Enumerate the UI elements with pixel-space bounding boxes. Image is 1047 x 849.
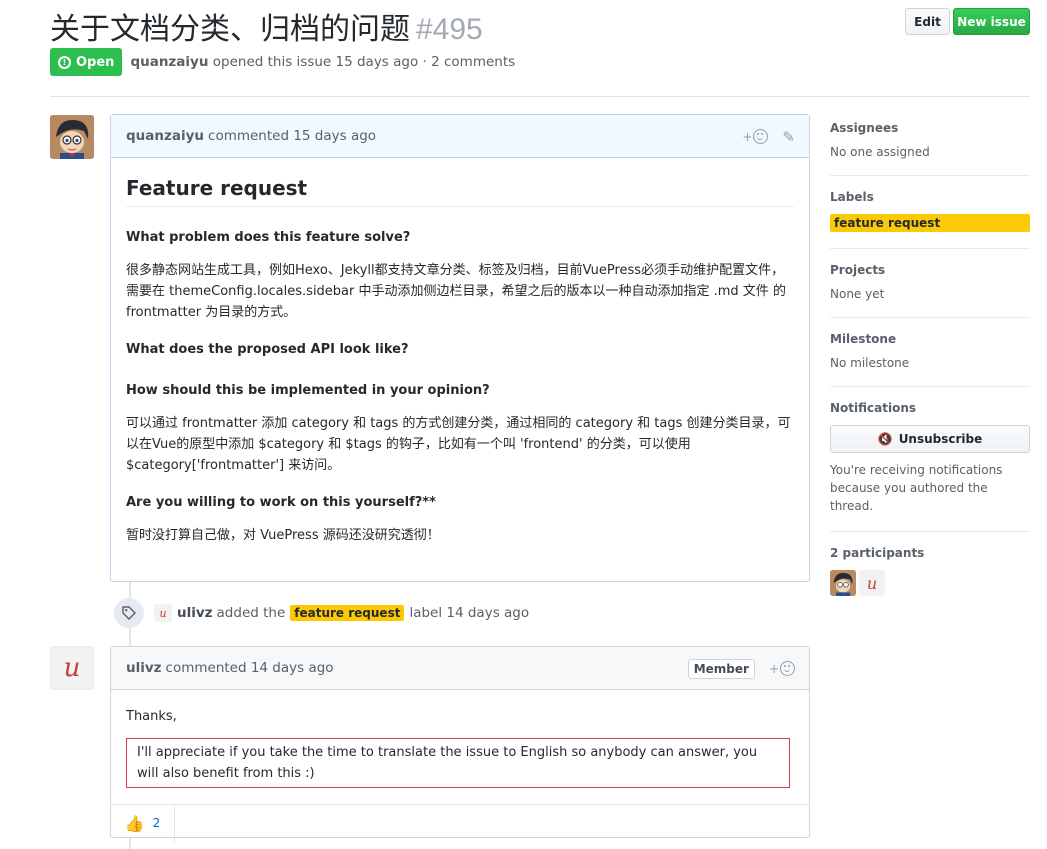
pencil-icon[interactable]: ✎	[782, 128, 795, 146]
notifications-section: Notifications 🔇 Unsubscribe You're recei…	[830, 401, 1030, 532]
avatar[interactable]: u	[859, 570, 885, 596]
status-label: Open	[76, 54, 115, 70]
projects-value: None yet	[830, 287, 885, 301]
edit-button[interactable]: Edit	[905, 8, 950, 35]
conan-avatar-icon	[830, 570, 856, 596]
participants-section: 2 participants u	[830, 546, 1030, 596]
assignees-section: Assignees No one assigned	[830, 121, 1030, 176]
labels-section: Labels feature request	[830, 190, 1030, 249]
status-badge: ! Open	[50, 48, 123, 76]
title-row: 关于文档分类、归档的问题 #495	[50, 4, 483, 48]
question-heading: What problem does this feature solve?	[126, 230, 411, 245]
issue-number: #495	[416, 13, 483, 46]
projects-title[interactable]: Projects	[830, 263, 1030, 277]
label-event: u ulivz added the feature request label …	[114, 598, 529, 628]
event-action: added the	[216, 605, 286, 621]
participants-title: 2 participants	[830, 546, 925, 560]
paragraph: Thanks,	[126, 709, 177, 724]
reaction-count: 2	[152, 816, 161, 830]
reactions-bar: 👍 2	[111, 804, 809, 842]
notifications-note: You're receiving notifications because y…	[830, 463, 1003, 513]
timeline-line	[129, 838, 131, 849]
milestone-title[interactable]: Milestone	[830, 332, 1030, 346]
thumbs-up-icon: 👍	[124, 813, 145, 833]
labels-title[interactable]: Labels	[830, 190, 1030, 204]
tag-glyph	[122, 606, 136, 620]
add-reaction-button[interactable]: +	[769, 661, 795, 676]
conan-avatar-icon	[50, 115, 94, 159]
comment-author[interactable]: quanzaiyu	[126, 128, 204, 144]
issue-header: 关于文档分类、归档的问题 #495 Edit New issue ! Open q…	[50, 0, 1030, 97]
unsubscribe-label: Unsubscribe	[898, 432, 983, 446]
comment-actions: + ✎	[742, 115, 795, 158]
unsubscribe-button[interactable]: 🔇 Unsubscribe	[830, 425, 1030, 453]
issue-opened-icon: !	[58, 55, 71, 69]
projects-section: Projects None yet	[830, 263, 1030, 318]
paragraph: 很多静态网站生成工具，例如Hexo、Jekyll都支持文章分类、标签及归档，目前…	[126, 263, 786, 320]
avatar[interactable]	[830, 570, 856, 596]
comment-body: Feature request What problem does this f…	[111, 158, 809, 546]
mute-icon: 🔇	[877, 432, 893, 446]
milestone-section: Milestone No milestone	[830, 332, 1030, 387]
issue-state-row: ! Open quanzaiyu opened this issue 15 da…	[50, 48, 515, 76]
issue-sidebar: Assignees No one assigned Labels feature…	[830, 115, 1030, 596]
issue-meta-text: opened this issue 15 days ago · 2 commen…	[212, 54, 516, 70]
avatar[interactable]: u	[154, 604, 172, 622]
milestone-value: No milestone	[830, 356, 910, 370]
label-badge[interactable]: feature request	[830, 214, 1030, 232]
member-badge: Member	[687, 658, 755, 679]
comment-time[interactable]: commented 15 days ago	[208, 128, 376, 144]
smiley-icon	[753, 129, 769, 144]
avatar[interactable]	[50, 115, 94, 159]
question-heading: Are you willing to work on this yourself…	[126, 495, 436, 510]
assignees-value: No one assigned	[830, 145, 930, 159]
new-issue-button[interactable]: New issue	[953, 8, 1030, 35]
add-reaction-button[interactable]: +	[742, 129, 769, 144]
issue-author-link[interactable]: quanzaiyu	[130, 54, 208, 70]
participants-list: u	[830, 570, 1030, 596]
comment-author[interactable]: ulivz	[126, 660, 162, 676]
assignees-title[interactable]: Assignees	[830, 121, 1030, 135]
smiley-icon	[780, 661, 795, 676]
highlighted-paragraph: I'll appreciate if you take the time to …	[126, 738, 790, 788]
comment-heading: Feature request	[126, 158, 794, 207]
thumbs-up-reaction[interactable]: 👍 2	[111, 804, 175, 842]
comment-header: quanzaiyu commented 15 days ago + ✎	[111, 115, 809, 158]
comment-body: Thanks, I'll appreciate if you take the …	[111, 690, 809, 788]
notifications-title: Notifications	[830, 401, 917, 415]
issue-meta: quanzaiyu opened this issue 15 days ago …	[130, 54, 515, 70]
comment: ulivz commented 14 days ago Member + Tha…	[110, 646, 810, 842]
paragraph: 可以通过 frontmatter 添加 category 和 tags 的方式创…	[126, 416, 791, 473]
event-suffix: label 14 days ago	[409, 605, 530, 621]
issue-title: 关于文档分类、归档的问题	[50, 12, 410, 47]
issue-body-comment: quanzaiyu commented 15 days ago + ✎ Feat…	[110, 114, 810, 582]
comment-header: ulivz commented 14 days ago Member +	[111, 647, 809, 690]
event-actor[interactable]: ulivz	[177, 605, 213, 621]
tag-icon	[114, 598, 144, 628]
comment-actions: Member +	[687, 647, 795, 690]
label-badge[interactable]: feature request	[290, 605, 405, 621]
comment-time[interactable]: commented 14 days ago	[166, 660, 334, 676]
question-heading: How should this be implemented in your o…	[126, 383, 490, 398]
question-heading: What does the proposed API look like?	[126, 342, 409, 357]
avatar[interactable]: u	[50, 646, 94, 690]
paragraph: 暂时没打算自己做，对 VuePress 源码还没研究透彻！	[126, 528, 440, 543]
